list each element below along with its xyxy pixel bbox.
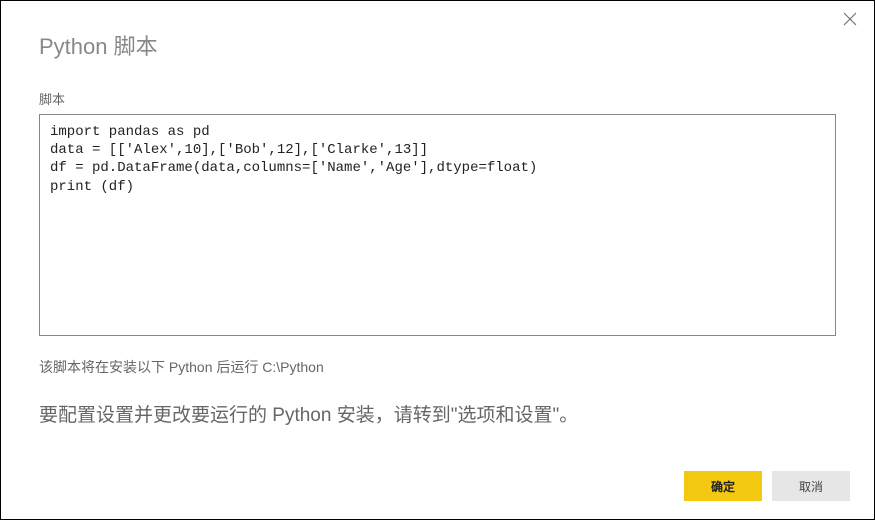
dialog-content: Python 脚本 脚本 该脚本将在安装以下 Python 后运行 C:\Pyt… (1, 1, 874, 451)
install-info-text: 该脚本将在安装以下 Python 后运行 C:\Python (39, 357, 836, 377)
ok-button[interactable]: 确定 (684, 471, 762, 501)
close-button[interactable] (840, 11, 860, 31)
config-info-text: 要配置设置并更改要运行的 Python 安装，请转到"选项和设置"。 (39, 401, 836, 431)
button-bar: 确定 取消 (684, 471, 850, 501)
script-label: 脚本 (39, 89, 836, 108)
cancel-button[interactable]: 取消 (772, 471, 850, 501)
close-icon (843, 12, 857, 31)
script-input[interactable] (39, 114, 836, 336)
dialog-title: Python 脚本 (39, 29, 836, 61)
